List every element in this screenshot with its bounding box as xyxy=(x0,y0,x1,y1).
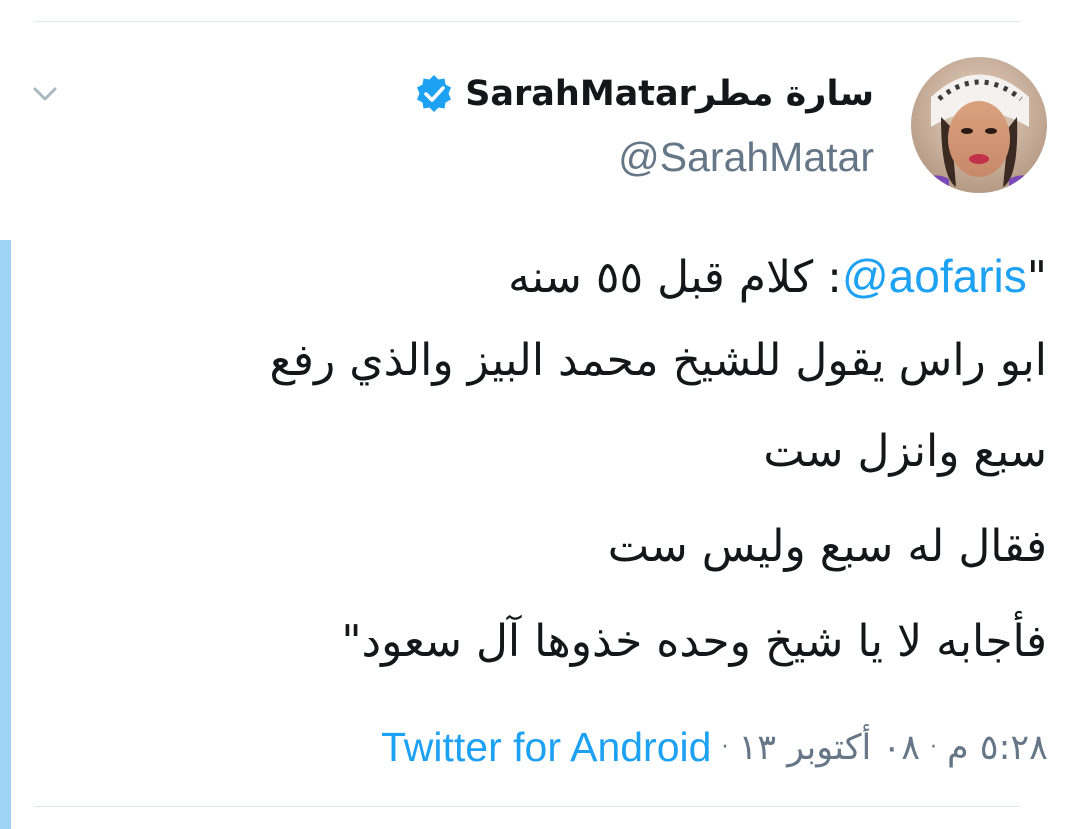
tweet-detail-screen: سارة مطرSarahMatar @SarahMatar "@aofaris… xyxy=(0,0,1080,829)
thread-line xyxy=(0,240,11,829)
mention-link[interactable]: @aofaris xyxy=(842,250,1027,302)
tweet-time: ٥:٢٨ م xyxy=(947,727,1048,768)
tweet-date: ٠٨ أكتوبر ١٣ xyxy=(738,727,920,768)
top-divider xyxy=(34,21,1020,22)
display-name[interactable]: سارة مطرSarahMatar xyxy=(465,74,874,114)
tweet-line-2: ابو راس يقول للشيخ محمد البيز والذي رفع xyxy=(269,335,1047,386)
tweet-line-5: فأجابه لا يا شيخ وحده خذوها آل سعود" xyxy=(341,616,1047,667)
tweet-meta: ٥:٢٨ م · ٠٨ أكتوبر ١٣ · Twitter for Andr… xyxy=(381,724,1048,771)
bottom-divider xyxy=(34,806,1020,807)
tweet-line-1: "@aofaris: كلام قبل ٥٥ سنه xyxy=(37,246,1047,308)
tweet-line-3: سبع وانزل ست xyxy=(763,426,1047,477)
avatar[interactable] xyxy=(911,57,1047,193)
tweet-source-link[interactable]: Twitter for Android xyxy=(381,724,711,771)
user-handle[interactable]: @SarahMatar xyxy=(618,134,874,181)
meta-separator: · xyxy=(930,735,937,760)
chevron-down-icon[interactable] xyxy=(32,82,58,106)
tweet-line-1-text: : كلام قبل ٥٥ سنه xyxy=(508,252,842,303)
tweet-line-4: فقال له سبع وليس ست xyxy=(607,521,1047,572)
verified-badge-icon xyxy=(413,73,455,115)
tweet-text: "@aofaris: كلام قبل ٥٥ سنه ابو راس يقول … xyxy=(37,236,1047,689)
user-name-row: سارة مطرSarahMatar xyxy=(413,64,874,124)
meta-separator: · xyxy=(721,735,729,760)
quote-open: " xyxy=(1026,252,1047,303)
